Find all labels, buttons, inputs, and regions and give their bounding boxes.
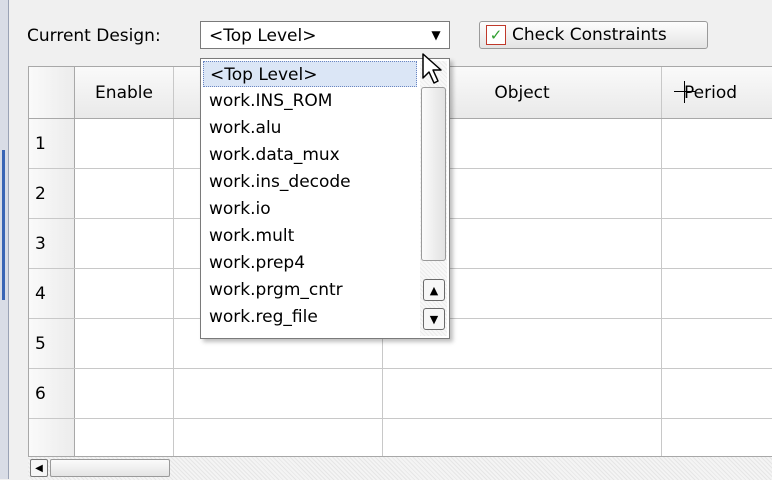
- enable-cell[interactable]: [75, 119, 174, 168]
- period-cell[interactable]: [662, 419, 772, 457]
- check-constraints-label: Check Constraints: [512, 25, 667, 45]
- current-design-value: <Top Level>: [209, 26, 317, 46]
- corner-cell: [29, 67, 75, 118]
- row-number[interactable]: 3: [29, 219, 75, 268]
- check-constraints-button[interactable]: ✓ Check Constraints: [479, 21, 708, 49]
- design-dropdown-list[interactable]: <Top Level> work.INS_ROM work.alu work.d…: [200, 58, 450, 339]
- dropdown-option[interactable]: work.data_mux: [203, 142, 417, 168]
- arrow-down-icon[interactable]: ▼: [423, 308, 445, 330]
- period-cell[interactable]: [662, 269, 772, 318]
- name-cell[interactable]: [174, 369, 383, 418]
- period-cell[interactable]: [662, 319, 772, 368]
- row-number[interactable]: 6: [29, 369, 75, 418]
- dropdown-option[interactable]: work.ins_decode: [203, 169, 417, 195]
- name-cell[interactable]: [174, 419, 383, 457]
- chevron-down-icon[interactable]: ▼: [423, 22, 449, 48]
- period-cell[interactable]: [662, 119, 772, 168]
- row-number[interactable]: 4: [29, 269, 75, 318]
- dropdown-vertical-scrollbar[interactable]: ▲ ▼: [420, 61, 447, 336]
- row-number[interactable]: 5: [29, 319, 75, 368]
- enable-cell[interactable]: [75, 219, 174, 268]
- row-number[interactable]: 7: [29, 419, 75, 457]
- mouse-pointer-icon: [422, 53, 442, 84]
- dropdown-option[interactable]: work.io: [203, 196, 417, 222]
- object-cell[interactable]: [383, 419, 662, 457]
- horizontal-scroll-thumb[interactable]: [50, 459, 170, 477]
- crosshair-cursor-icon: [674, 81, 696, 103]
- period-cell[interactable]: [662, 169, 772, 218]
- object-cell[interactable]: [383, 369, 662, 418]
- arrow-left-icon[interactable]: ◀: [30, 459, 48, 477]
- checkmark-icon: ✓: [486, 25, 506, 45]
- dropdown-option[interactable]: work.prep4: [203, 250, 417, 276]
- dropdown-option[interactable]: work.alu: [203, 115, 417, 141]
- panel-accent: [2, 150, 5, 300]
- dropdown-scroll-thumb[interactable]: [421, 87, 446, 261]
- column-header-period[interactable]: Period: [662, 67, 772, 118]
- enable-cell[interactable]: [75, 369, 174, 418]
- dropdown-option[interactable]: work.reg_file: [203, 304, 417, 330]
- dropdown-option[interactable]: work.INS_ROM: [203, 88, 417, 114]
- dropdown-option[interactable]: work.prgm_cntr: [203, 277, 417, 303]
- table-row[interactable]: 7: [29, 419, 772, 457]
- horizontal-scrollbar[interactable]: ◀: [28, 456, 772, 480]
- enable-cell[interactable]: [75, 419, 174, 457]
- row-number[interactable]: 1: [29, 119, 75, 168]
- left-panel-edge: [0, 0, 9, 479]
- current-design-select[interactable]: <Top Level> ▼: [200, 21, 450, 49]
- dropdown-option[interactable]: work.mult: [203, 223, 417, 249]
- arrow-up-icon[interactable]: ▲: [423, 279, 445, 301]
- column-header-enable[interactable]: Enable: [75, 67, 174, 118]
- dropdown-option[interactable]: <Top Level>: [203, 61, 417, 87]
- table-row[interactable]: 6: [29, 369, 772, 419]
- period-cell[interactable]: [662, 219, 772, 268]
- row-number[interactable]: 2: [29, 169, 75, 218]
- period-cell[interactable]: [662, 369, 772, 418]
- enable-cell[interactable]: [75, 269, 174, 318]
- current-design-label: Current Design:: [27, 26, 161, 46]
- enable-cell[interactable]: [75, 169, 174, 218]
- enable-cell[interactable]: [75, 319, 174, 368]
